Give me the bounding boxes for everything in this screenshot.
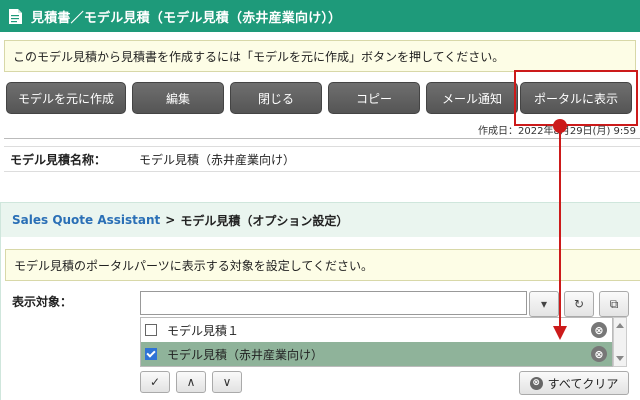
- dropdown-button[interactable]: ▾: [529, 291, 559, 317]
- window-title: 見積書／モデル見積（モデル見積（赤井産業向け））: [31, 10, 342, 26]
- chevron-up-icon: ∧: [186, 375, 196, 389]
- scroll-down-arrow[interactable]: [616, 356, 624, 361]
- options-instruction: モデル見積のポータルパーツに表示する対象を設定してください。: [5, 249, 640, 281]
- divider: [4, 138, 640, 139]
- copy-icon: ⧉: [609, 296, 619, 311]
- remove-icon[interactable]: ⊗: [591, 346, 607, 362]
- display-target-input[interactable]: [140, 291, 527, 315]
- list-item-label: モデル見積１: [167, 323, 240, 338]
- check-all-button[interactable]: ✓: [140, 371, 170, 393]
- close-button[interactable]: 閉じる: [230, 82, 322, 114]
- chevron-down-icon: ▾: [540, 297, 548, 311]
- breadcrumb-link-sales-quote-assistant[interactable]: Sales Quote Assistant: [12, 213, 160, 227]
- list-item[interactable]: モデル見積１ ⊗: [141, 318, 612, 342]
- refresh-icon: ↻: [573, 297, 585, 311]
- scroll-up-arrow[interactable]: [616, 323, 624, 328]
- list-item[interactable]: モデル見積（赤井産業向け） ⊗: [141, 342, 612, 366]
- highlight-frame: [514, 70, 638, 126]
- list-scrollbar[interactable]: [613, 317, 627, 367]
- window-title-bar: 見積書／モデル見積（モデル見積（赤井産業向け））: [0, 0, 640, 32]
- model-name-value: モデル見積（赤井産業向け）: [139, 152, 296, 167]
- chevron-down-icon: ∨: [222, 375, 232, 389]
- copy-button[interactable]: コピー: [328, 82, 420, 114]
- options-panel: Sales Quote Assistant > モデル見積（オプション設定） モ…: [0, 202, 640, 400]
- clear-all-button[interactable]: ⊗ すべてクリア: [519, 371, 629, 395]
- item-checkbox[interactable]: [145, 324, 157, 336]
- model-name-label: モデル見積名称：: [10, 152, 107, 167]
- list-item-label: モデル見積（赤井産業向け）: [167, 347, 324, 362]
- copy-select-button[interactable]: ⧉: [599, 291, 629, 317]
- mail-notify-button[interactable]: メール通知: [426, 82, 518, 114]
- instruction-text: このモデル見積から見積書を作成するには「モデルを元に作成」ボタンを押してください…: [13, 49, 505, 64]
- edit-button[interactable]: 編集: [132, 82, 224, 114]
- move-down-button[interactable]: ∨: [212, 371, 242, 393]
- display-target-label: 表示対象：: [12, 295, 73, 309]
- refresh-button[interactable]: ↻: [564, 291, 594, 317]
- create-from-model-button[interactable]: モデルを元に作成: [6, 82, 126, 114]
- created-date: 作成日：2022年8月29日(月) 9:59: [478, 126, 636, 137]
- clear-all-label: すべてクリア: [547, 376, 619, 391]
- move-up-button[interactable]: ∧: [176, 371, 206, 393]
- clear-icon: ⊗: [529, 376, 543, 390]
- options-instruction-text: モデル見積のポータルパーツに表示する対象を設定してください。: [14, 258, 374, 273]
- breadcrumb: Sales Quote Assistant > モデル見積（オプション設定）: [1, 203, 640, 237]
- breadcrumb-separator: >: [165, 213, 176, 227]
- page-title: モデル見積（オプション設定）: [180, 213, 349, 228]
- display-target-list: モデル見積１ ⊗ モデル見積（赤井産業向け） ⊗: [140, 317, 613, 367]
- document-icon: [9, 8, 22, 24]
- checkmark-icon: ✓: [149, 375, 161, 389]
- model-name-row: モデル見積名称： モデル見積（赤井産業向け）: [4, 146, 640, 172]
- item-checkbox[interactable]: [145, 348, 157, 360]
- instruction-message: このモデル見積から見積書を作成するには「モデルを元に作成」ボタンを押してください…: [4, 40, 636, 72]
- remove-icon[interactable]: ⊗: [591, 322, 607, 338]
